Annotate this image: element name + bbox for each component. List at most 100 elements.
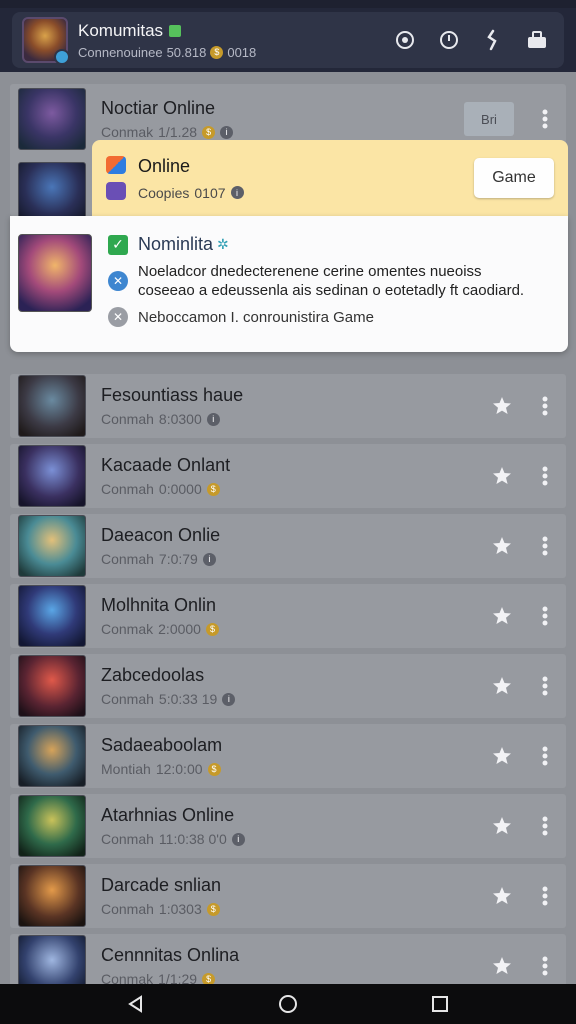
row-meta: Conmak [101, 124, 154, 140]
coin-icon: $ [206, 902, 220, 916]
home-icon[interactable] [275, 991, 301, 1017]
game-thumbnail [18, 655, 86, 717]
list-item[interactable]: Atarhnias Online Conmah 11:0:38 0'0 i [10, 794, 566, 858]
community-card[interactable]: Komumitas Connenouinee 50.818 $ 0018 [12, 12, 564, 68]
row-meta-num: 0:0000 [158, 481, 202, 497]
back-icon[interactable] [123, 991, 149, 1017]
row-meta-num: 7:0:79 [158, 551, 198, 567]
info-icon: i [206, 412, 220, 426]
tools-icon: ✕ [108, 271, 128, 291]
row-meta: Conmak [101, 621, 154, 637]
info-icon: i [220, 125, 234, 139]
row-meta: Conmah [101, 411, 154, 427]
online-status-banner: Online Coopies 0107 i Game [92, 140, 568, 216]
favorite-icon[interactable] [490, 884, 514, 908]
favorite-icon[interactable] [490, 464, 514, 488]
row-title: Zabcedoolas [101, 665, 205, 685]
list-item[interactable]: Kacaade Onlant Conmah 0:0000 $ [10, 444, 566, 508]
list-item[interactable]: Darcade snlian Conmah 1:0303 $ [10, 864, 566, 928]
row-meta-num: 1:0303 [158, 901, 202, 917]
badge-icon [169, 24, 182, 37]
row-title: Fesountiass haue [101, 385, 244, 405]
row-meta-num: 2:0000 [158, 621, 201, 637]
favorite-icon[interactable] [490, 674, 514, 698]
info-icon: i [230, 186, 244, 199]
compass-icon[interactable] [394, 29, 416, 51]
favorite-icon[interactable] [490, 534, 514, 558]
coin-icon: $ [206, 482, 220, 496]
more-options-icon[interactable] [538, 883, 552, 909]
community-subtitle: Connenouinee [78, 44, 163, 60]
list-item[interactable]: Fesountiass haue Conmah 8:0300 i [10, 374, 566, 438]
system-nav-bar [0, 984, 576, 1024]
favorite-icon[interactable] [490, 954, 514, 978]
row-title: Molhnita Onlin [101, 595, 217, 615]
more-options-icon[interactable] [538, 463, 552, 489]
list-item[interactable]: Molhnita Onlin Conmak 2:0000 $ [10, 584, 566, 648]
game-thumbnail [18, 375, 86, 437]
more-options-icon[interactable] [538, 533, 552, 559]
coin-icon: $ [205, 622, 219, 636]
row-meta: Conmah [101, 551, 154, 567]
notification-title: Nominlita [138, 234, 214, 254]
more-options-icon[interactable] [538, 603, 552, 629]
row-meta: Conmah [101, 691, 154, 707]
row-meta: Conmah [101, 901, 154, 917]
more-options-icon[interactable] [538, 743, 552, 769]
game-thumbnail [18, 795, 86, 857]
info-icon: i [202, 552, 216, 566]
status-bar [0, 0, 576, 8]
row-title: Cennnitas Onlina [101, 945, 240, 965]
recents-icon[interactable] [427, 991, 453, 1017]
notification-thumbnail [18, 234, 92, 312]
row-action-button[interactable]: Bri [464, 102, 514, 136]
more-options-icon[interactable] [538, 106, 552, 132]
game-thumbnail [18, 515, 86, 577]
banner-subtitle-num: 0107 [194, 184, 226, 201]
list-item[interactable]: Daeacon Onlie Conmah 7:0:79 i [10, 514, 566, 578]
row-title: Daeacon Onlie [101, 525, 221, 545]
community-title: Komumitas [78, 20, 164, 40]
list-item[interactable]: Sadaeaboolam Montiah 12:0:00 $ [10, 724, 566, 788]
clock-icon[interactable] [438, 29, 460, 51]
more-options-icon[interactable] [538, 393, 552, 419]
favorite-icon[interactable] [490, 394, 514, 418]
row-meta: Conmah [101, 481, 154, 497]
game-thumbnail [18, 88, 86, 150]
verified-icon: ✲ [217, 236, 229, 252]
row-title: Atarhnias Online [101, 805, 235, 825]
game-thumbnail [18, 445, 86, 507]
verified-icon [54, 49, 70, 65]
game-thumbnail [18, 585, 86, 647]
coin-icon: $ [202, 125, 216, 139]
row-title: Darcade snlian [101, 875, 222, 895]
more-options-icon[interactable] [538, 673, 552, 699]
favorite-icon[interactable] [490, 814, 514, 838]
more-options-icon[interactable] [538, 953, 552, 979]
app-icon [106, 156, 126, 174]
row-meta-num: 8:0300 [158, 411, 202, 427]
notification-card[interactable]: ✓ Nominlita ✲ ✕ Noeladcor dnedecterenene… [10, 216, 568, 352]
community-subtitle-num: 50.818 [166, 44, 207, 60]
coin-icon: $ [207, 762, 221, 776]
favorite-icon[interactable] [490, 604, 514, 628]
community-avatar [22, 17, 70, 65]
banner-subtitle: Coopies [138, 184, 190, 201]
favorite-icon[interactable] [490, 744, 514, 768]
row-meta-num: 11:0:38 0'0 [158, 831, 227, 847]
game-thumbnail [18, 725, 86, 787]
settings-icon: ✕ [108, 307, 128, 327]
notification-footer: Neboccamon I. conrounistira Game [138, 308, 374, 326]
row-title: Noctiar Online [101, 98, 216, 118]
link-icon[interactable] [482, 29, 504, 51]
game-button[interactable]: Game [474, 158, 554, 198]
list-item[interactable]: Zabcedoolas Conmah 5:0:33 19 i [10, 654, 566, 718]
app-header: Komumitas Connenouinee 50.818 $ 0018 [0, 8, 576, 72]
row-meta: Conmah [101, 831, 154, 847]
row-meta-num: 1/1.28 [158, 124, 198, 140]
info-icon: i [231, 832, 245, 846]
row-title: Sadaeaboolam [101, 735, 223, 755]
more-options-icon[interactable] [538, 813, 552, 839]
inventory-icon[interactable] [526, 29, 548, 51]
notification-description: Noeladcor dnedecterenene cerine omentes … [138, 263, 525, 299]
